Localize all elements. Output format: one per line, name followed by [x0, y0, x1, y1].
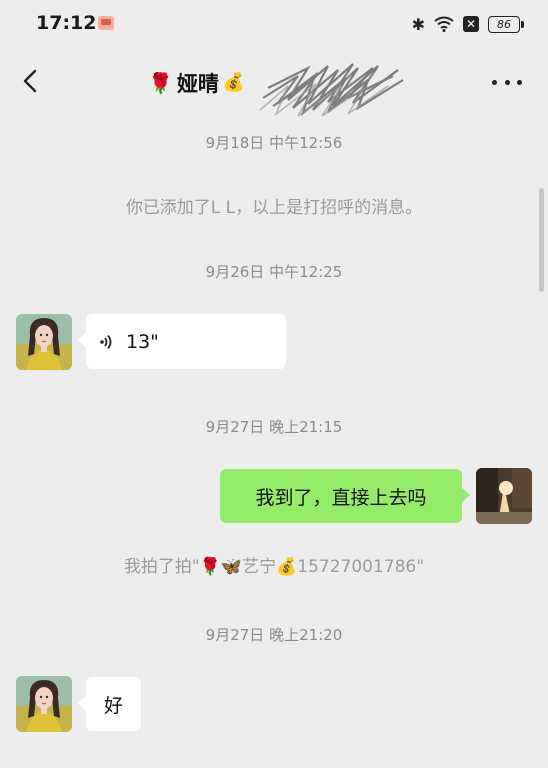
received-message-text: 好 — [103, 694, 123, 717]
timestamp: 9月27日 晚上21:20 — [205, 626, 343, 644]
system-message: 你已添加了L L，以上是打招呼的消息。 — [125, 198, 423, 218]
contact-name: 娅晴 — [176, 72, 219, 96]
contact-avatar[interactable] — [16, 314, 72, 370]
back-icon[interactable] — [16, 66, 46, 96]
timestamp: 9月26日 中午12:25 — [205, 263, 343, 281]
sent-message-text: 我到了，直接上去吗 — [255, 486, 427, 509]
more-dot-icon — [504, 79, 510, 85]
more-dot-icon — [517, 79, 522, 85]
wifi-icon — [434, 16, 454, 32]
money-bag-emoji-icon: 💰 — [222, 72, 246, 93]
battery-indicator: 86 — [488, 15, 524, 33]
close-box-icon: ✕ — [463, 16, 479, 32]
pat-notification: 我拍了拍"🌹🦋艺宁💰15727001786" — [123, 557, 425, 577]
timestamp: 9月18日 中午12:56 — [205, 134, 343, 152]
received-message-bubble[interactable]: 好 — [78, 677, 141, 731]
status-bar: 17:12 ✱ ✕ 86 — [0, 0, 548, 50]
status-time: 17:12 — [36, 12, 97, 34]
app-notification-icon — [98, 16, 114, 30]
rose-emoji-icon: 🌹 — [148, 71, 173, 95]
voice-icon — [100, 334, 112, 349]
more-dot-icon — [492, 79, 497, 85]
sent-message-bubble[interactable]: 我到了，直接上去吗 — [220, 469, 470, 523]
voice-message-bubble[interactable]: 13" — [78, 314, 286, 369]
voice-duration: 13" — [126, 330, 159, 353]
status-icons: ✱ ✕ 86 — [411, 13, 524, 35]
chat-header: 🌹 娅晴 💰 — [0, 50, 548, 117]
timestamp: 9月27日 晚上21:15 — [205, 418, 343, 436]
redaction-scribble — [259, 63, 404, 117]
my-avatar[interactable] — [476, 468, 532, 524]
chat-title[interactable]: 🌹 娅晴 💰 — [148, 68, 245, 98]
more-options-button[interactable] — [492, 70, 522, 94]
bluetooth-icon: ✱ — [411, 14, 425, 34]
contact-avatar[interactable] — [16, 676, 72, 732]
